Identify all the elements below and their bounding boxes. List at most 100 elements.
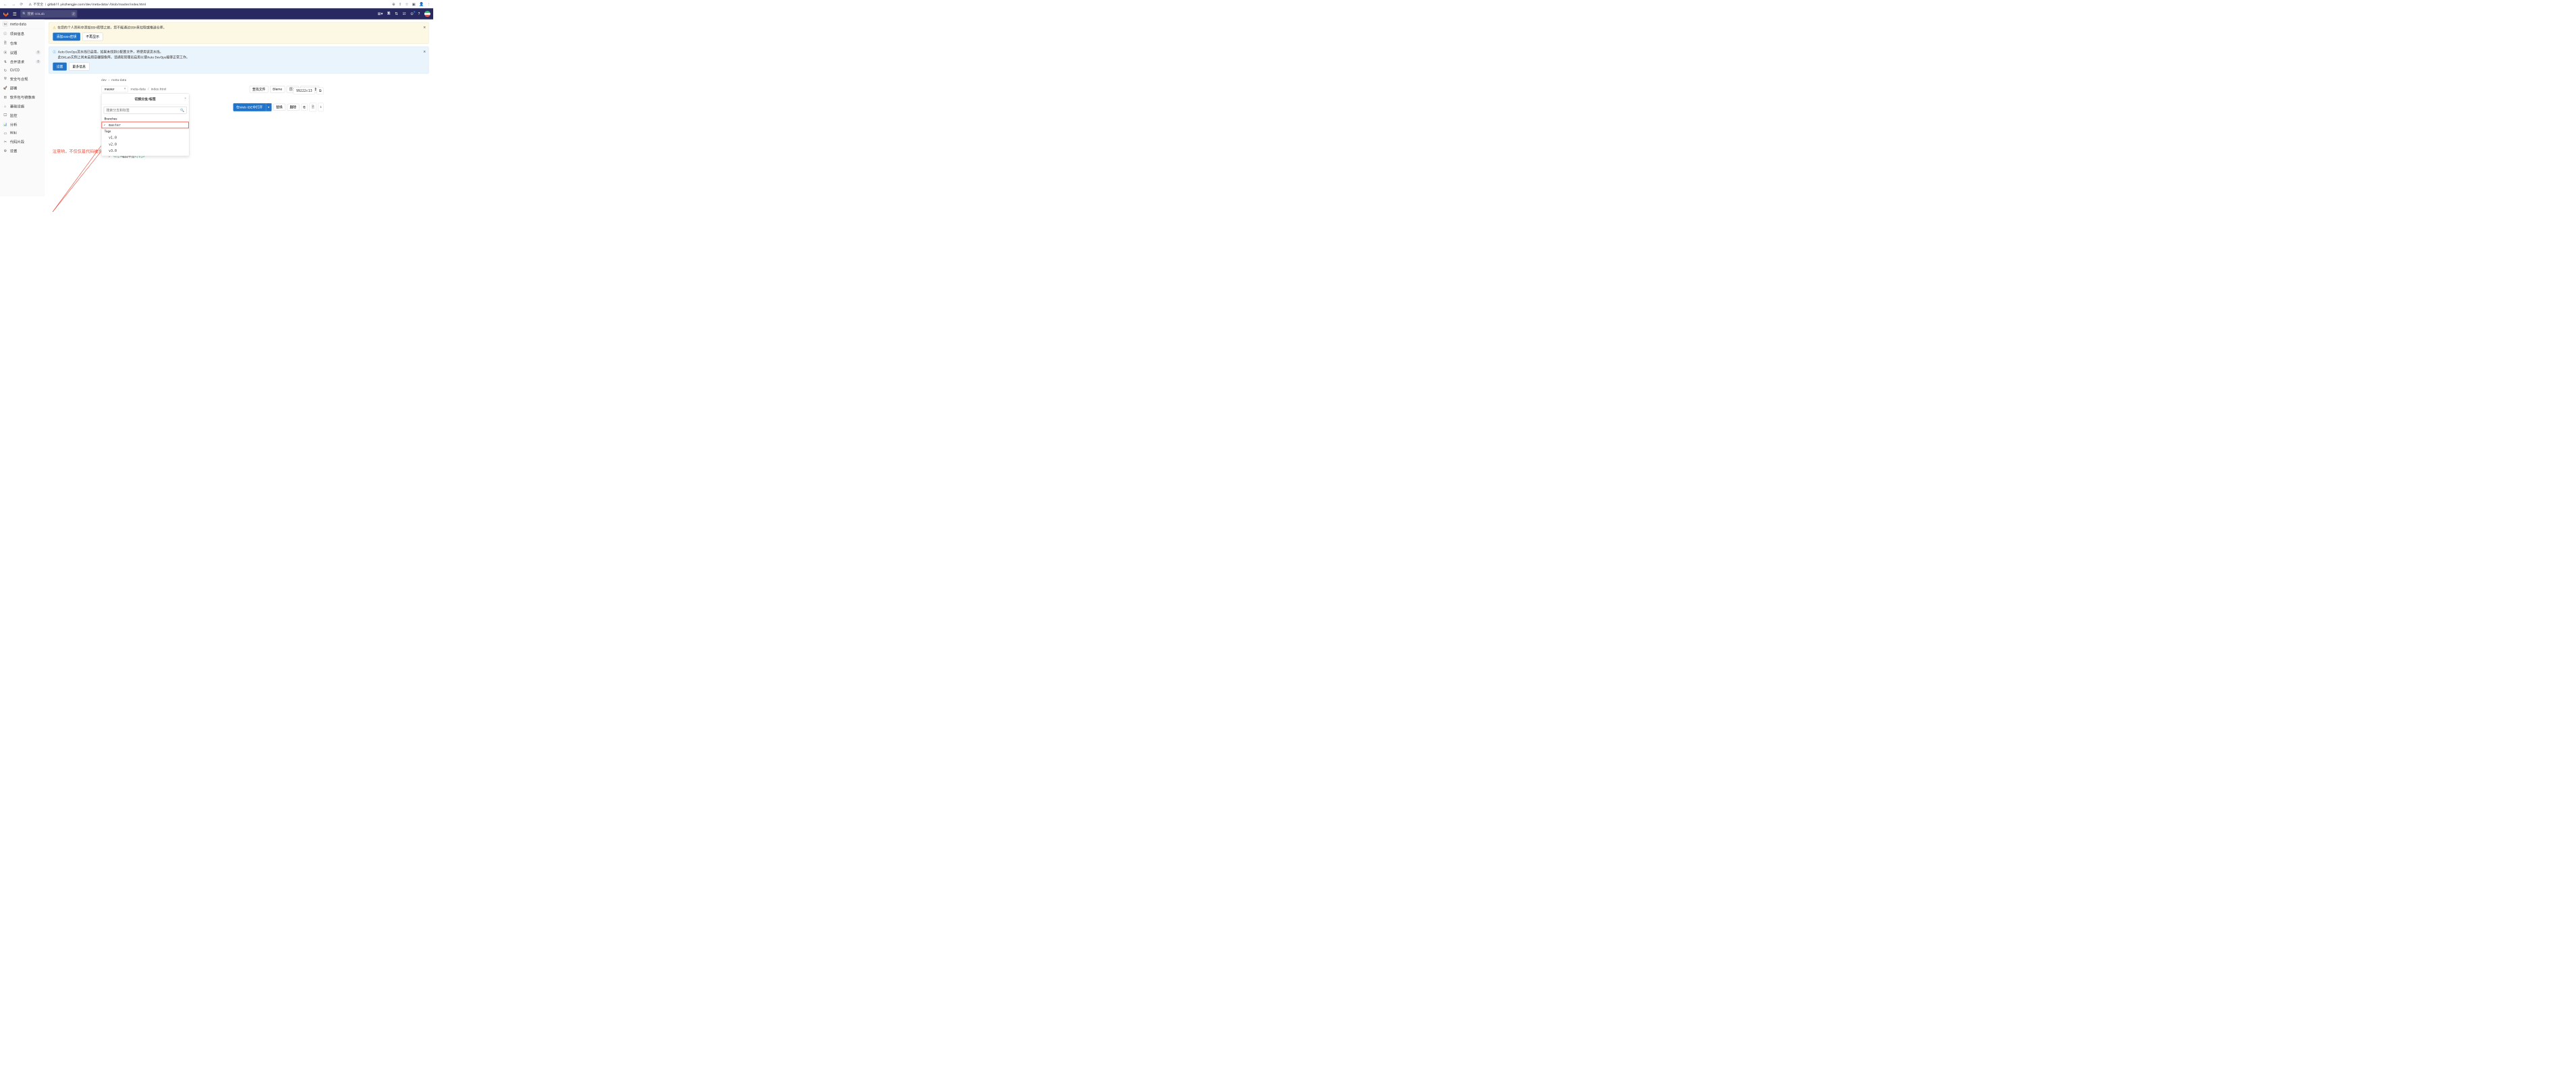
ide-dropdown-icon[interactable]: ▾	[266, 103, 272, 111]
browser-address-bar: ← → ⟳ ⚠ 不安全 | gitlab11.yinzhengjie.com/d…	[0, 0, 433, 8]
tag-item[interactable]: v1.0	[101, 134, 189, 141]
issues-icon[interactable]: 🗎	[387, 11, 391, 18]
find-file-button[interactable]: 查找文件	[250, 86, 269, 92]
user-avatar[interactable]	[424, 11, 430, 17]
path-folder[interactable]: meta-data	[131, 87, 146, 91]
help-icon[interactable]: ?	[418, 11, 420, 16]
search-icon: 🔍	[22, 12, 26, 16]
infra-icon: ⌂	[3, 104, 7, 108]
check-icon: ✓	[104, 123, 106, 126]
branch-button[interactable]: master	[101, 86, 128, 92]
close-icon[interactable]: ×	[423, 24, 426, 30]
alert-text: 在您的个人资料中添加SSH密钥之前，您不能通过SSH来拉取或推送仓库。	[57, 26, 166, 30]
sidebar-item-mr[interactable]: ⇅合并请求 0	[0, 57, 44, 66]
settings-button[interactable]: 设置	[53, 62, 67, 70]
copy-contents-icon[interactable]: ⧉	[301, 104, 308, 111]
insecure-icon: ⚠	[29, 2, 32, 6]
path-file[interactable]: index.html	[151, 87, 167, 91]
gitlab-logo-icon[interactable]	[3, 11, 9, 17]
project-chip[interactable]: M meta-data	[0, 20, 44, 29]
sidebar-item-monitor[interactable]: 🖵监控	[0, 111, 44, 120]
branch-dropdown: 切换分支/标签 × 🔍 Branches ✓master Tags v1.0 v…	[101, 94, 189, 157]
sidebar-item-label: 软件包与镜像库	[10, 94, 35, 100]
sidebar-item-label: 基础设施	[10, 103, 24, 109]
sidebar-item-settings[interactable]: ⚙设置	[0, 146, 44, 155]
share-icon[interactable]: ⇪	[399, 2, 402, 7]
sidebar-item-label: CI/CD	[10, 68, 20, 72]
search-icon: 🔍	[180, 108, 184, 112]
sidebar-item-cicd[interactable]: ↻CI/CD	[0, 66, 44, 74]
sidebar-item-label: 合并请求	[10, 59, 24, 64]
sidebar-item-deploy[interactable]: 🚀部署	[0, 83, 44, 92]
delete-button[interactable]: 删除	[287, 104, 299, 111]
close-icon[interactable]: ×	[184, 97, 186, 101]
tags-label: Tags	[101, 128, 189, 134]
open-web-ide-button[interactable]: 在Web IDE中打开	[233, 103, 266, 111]
more-info-button[interactable]: 更多信息	[69, 62, 89, 70]
sidebar-item-packages[interactable]: ⊞软件包与镜像库	[0, 92, 44, 102]
gitlab-search-input[interactable]	[22, 12, 72, 16]
gitlab-search[interactable]: 🔍 /	[20, 10, 77, 18]
sidebar-item-infra[interactable]: ⌂基础设施	[0, 101, 44, 111]
sidebar-item-label: 项目信息	[10, 31, 24, 36]
sidebar-item-label: Wiki	[10, 131, 17, 135]
commit-sha[interactable]: 99222c13	[293, 87, 315, 94]
dismiss-button[interactable]: 不再显示	[82, 32, 103, 40]
whats-new-icon[interactable]: ⊙	[410, 11, 414, 16]
mr-icon: ⇅	[3, 59, 7, 63]
tag-item[interactable]: v2.0	[101, 141, 189, 148]
sidebar-item-security[interactable]: ⛨安全与合规	[0, 74, 44, 84]
profile-icon[interactable]: 👤	[419, 2, 424, 7]
crumb-dev[interactable]: dev	[101, 78, 107, 82]
back-icon[interactable]: ←	[2, 1, 8, 7]
star-icon[interactable]: ☆	[405, 2, 409, 7]
kebab-icon[interactable]: ⋮	[427, 2, 431, 7]
info-icon: ⓘ	[3, 31, 7, 36]
wiki-icon: ▭	[3, 131, 7, 135]
hamburger-icon[interactable]: ☰	[11, 11, 18, 17]
crumb-project[interactable]: meta-data	[111, 78, 126, 82]
replace-button[interactable]: 替换	[273, 104, 285, 111]
merge-requests-icon[interactable]: ⇅	[395, 11, 398, 16]
search-kbd: /	[72, 11, 76, 16]
panel-icon[interactable]: ▣	[412, 2, 416, 7]
file-header: master 切换分支/标签 × 🔍 Branches ✓master Tags	[101, 86, 319, 92]
sidebar-item-info[interactable]: ⓘ项目信息	[0, 29, 44, 38]
sidebar-item-wiki[interactable]: ▭Wiki	[0, 129, 44, 137]
shield-icon: ⛨	[3, 77, 7, 81]
project-letter: M	[3, 22, 7, 26]
zoom-icon[interactable]: ⊕	[392, 2, 395, 7]
badge: 0	[36, 59, 40, 63]
monitor-icon: 🖵	[3, 113, 7, 117]
rocket-icon: 🚀	[3, 86, 7, 90]
sidebar-item-repo[interactable]: 🗎仓库	[0, 38, 44, 48]
devops-alert: × ⓘAuto DevOps流水线已启用。如果未找到CI配置文件，将使用该流水线…	[49, 47, 428, 74]
gear-icon: ⚙	[3, 148, 7, 153]
add-ssh-button[interactable]: 添加SSH密钥	[53, 32, 80, 40]
raw-icon[interactable]: 🗎	[309, 103, 316, 111]
sidebar-item-label: 仓库	[10, 40, 18, 46]
forward-icon[interactable]: →	[11, 1, 17, 7]
branch-search-input[interactable]	[104, 107, 187, 114]
sidebar-item-analytics[interactable]: 📊分析	[0, 120, 44, 130]
branch-item-master[interactable]: ✓master	[101, 122, 189, 128]
download-icon[interactable]: ⭳	[318, 103, 323, 111]
url-field[interactable]: ⚠ 不安全 | gitlab11.yinzhengjie.com/dev/met…	[26, 1, 390, 6]
todo-icon[interactable]: ☑	[403, 11, 406, 16]
blame-button[interactable]: Blame	[270, 86, 285, 92]
sidebar-item-snippets[interactable]: ✂代码片段	[0, 137, 44, 146]
badge: 0	[36, 51, 40, 55]
file-path: meta-data / index.html	[131, 87, 167, 91]
cicd-icon: ↻	[3, 68, 7, 72]
reload-icon[interactable]: ⟳	[19, 1, 24, 7]
tag-item[interactable]: v3.0	[101, 148, 189, 155]
alert-text: Auto DevOps流水线已启用。如果未找到CI配置文件，将使用该流水线。	[58, 50, 163, 54]
sidebar-item-label: 议题	[10, 50, 18, 55]
issues-icon: ⦿	[3, 50, 7, 55]
close-icon[interactable]: ×	[423, 49, 426, 55]
sidebar-item-issues[interactable]: ⦿议题 0	[0, 48, 44, 57]
branch-selector[interactable]: master 切换分支/标签 × 🔍 Branches ✓master Tags	[101, 86, 128, 92]
plus-icon[interactable]: ⊞▾	[378, 11, 383, 16]
sidebar: M meta-data ⓘ项目信息 🗎仓库 ⦿议题 0 ⇅合并请求 0 ↻CI/CD…	[0, 20, 45, 196]
copy-icon[interactable]: ⧉	[317, 87, 324, 94]
